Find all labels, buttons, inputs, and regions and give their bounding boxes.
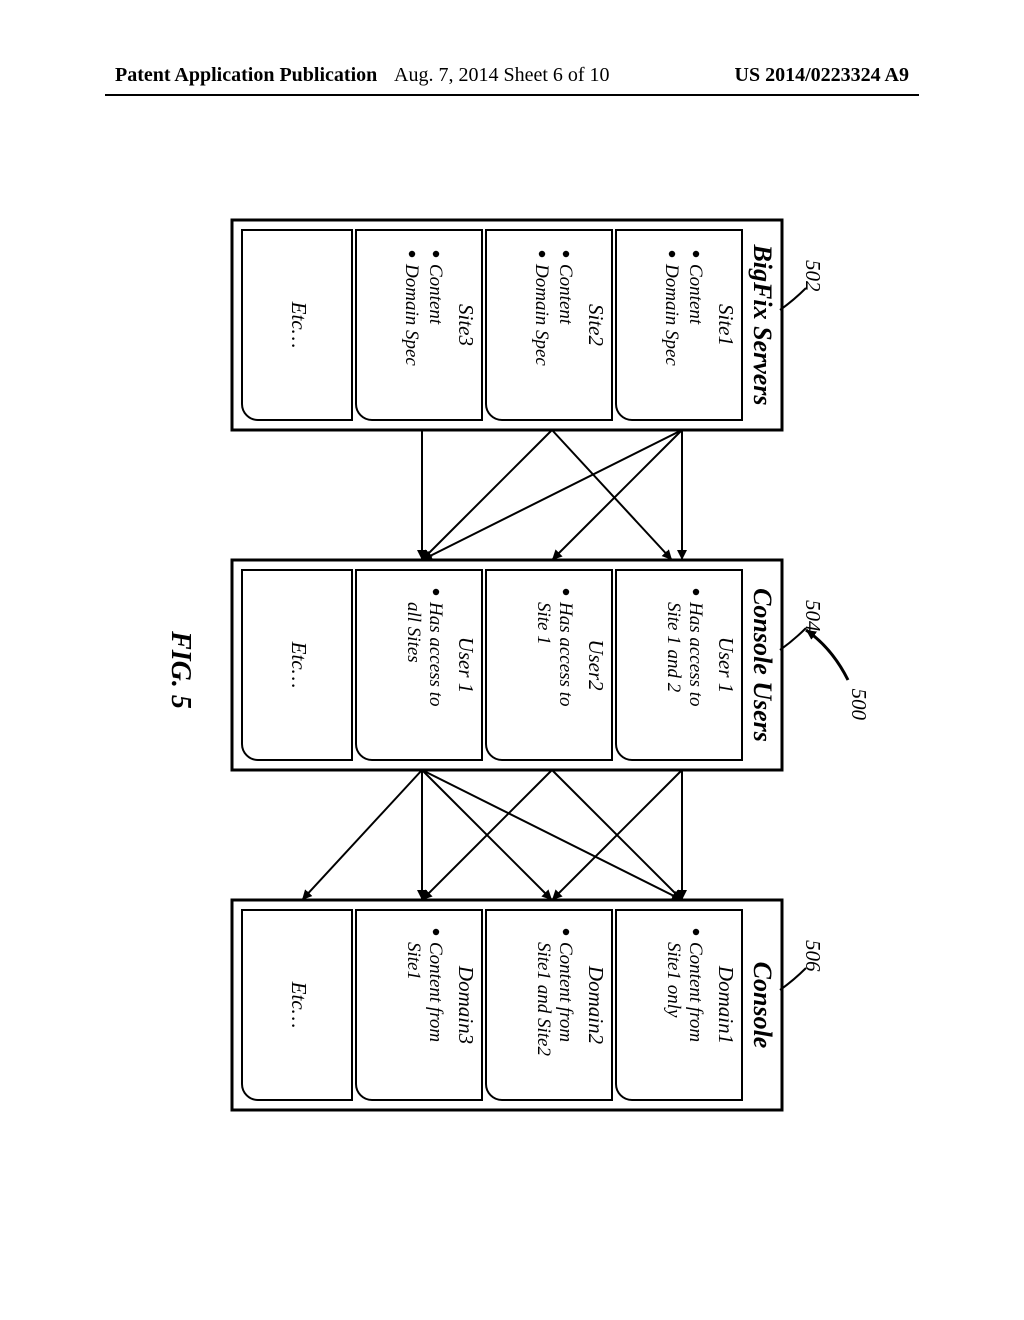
col-0-card-0-line-0: Content bbox=[685, 264, 706, 325]
col-2-card-2-title: Domain3 bbox=[454, 965, 478, 1044]
col-1-card-3-title: Etc… bbox=[287, 641, 311, 689]
col-2-card-1-line-1: Site1 and Site2 bbox=[533, 942, 554, 1056]
col-1-card-0-line-1: Site 1 and 2 bbox=[663, 602, 684, 693]
col-1-card-1: User2 Has access to Site 1 bbox=[486, 570, 612, 760]
header-rule bbox=[105, 94, 919, 96]
col-0-ref: 502 bbox=[801, 260, 825, 292]
col-1-card-2-title: User 1 bbox=[454, 637, 478, 694]
figure-rotated: 500 502 BigFix Servers Site1 Content bbox=[152, 180, 872, 1160]
col-2-card-1: Domain2 Content from Site1 and Site2 bbox=[486, 910, 612, 1100]
edges-servers-to-users bbox=[422, 430, 682, 560]
figure-id-callout: 500 bbox=[806, 630, 871, 721]
col-0-card-2-line-1: Domain Spec bbox=[401, 263, 422, 366]
col-1-title: Console Users bbox=[748, 588, 777, 742]
col-0-card-3: Etc… bbox=[242, 230, 352, 420]
col-0-card-1-title: Site2 bbox=[584, 304, 608, 346]
figure-svg: 500 502 BigFix Servers Site1 Content bbox=[152, 180, 872, 1160]
col-1: 504 Console Users User 1 Has access to S… bbox=[232, 560, 825, 770]
col-2-card-1-title: Domain2 bbox=[584, 965, 608, 1045]
col-0-title: BigFix Servers bbox=[748, 243, 777, 405]
col-2-card-3-title: Etc… bbox=[287, 981, 311, 1029]
col-0-card-1: Site2 Content Domain Spec bbox=[486, 230, 612, 420]
header-left: Patent Application Publication bbox=[115, 64, 377, 87]
col-1-card-2-line-0: Has access to bbox=[425, 601, 446, 706]
col-0-card-1-line-1: Domain Spec bbox=[531, 263, 552, 366]
col-1-card-0-line-0: Has access to bbox=[685, 601, 706, 706]
col-0: 502 BigFix Servers Site1 Content Domain … bbox=[232, 220, 825, 430]
figure-wrap: 500 502 BigFix Servers Site1 Content bbox=[0, 150, 1024, 1190]
edges-users-to-console bbox=[302, 770, 682, 900]
col-0-card-0: Site1 Content Domain Spec bbox=[616, 230, 742, 420]
col-1-card-3: Etc… bbox=[242, 570, 352, 760]
col-0-card-3-title: Etc… bbox=[287, 301, 311, 349]
col-2-card-2: Domain3 Content from Site1 bbox=[356, 910, 482, 1100]
col-0-card-0-title: Site1 bbox=[714, 304, 738, 346]
col-2-card-0-title: Domain1 bbox=[714, 965, 738, 1044]
col-2-card-2-line-0: Content from bbox=[425, 942, 446, 1042]
col-1-card-1-line-0: Has access to bbox=[555, 601, 576, 706]
col-2-title: Console bbox=[748, 962, 777, 1049]
page: Patent Application Publication Aug. 7, 2… bbox=[0, 0, 1024, 1320]
figure-caption: FIG. 5 bbox=[165, 630, 196, 709]
col-2-card-0-line-0: Content from bbox=[685, 942, 706, 1042]
col-0-card-1-line-0: Content bbox=[555, 264, 576, 325]
col-1-ref: 504 bbox=[801, 600, 825, 632]
col-1-card-1-title: User2 bbox=[584, 639, 608, 691]
col-1-card-2-line-1: all Sites bbox=[403, 602, 424, 663]
col-0-card-2-line-0: Content bbox=[425, 264, 446, 325]
page-header: Patent Application Publication Aug. 7, 2… bbox=[0, 64, 1024, 94]
col-1-card-0: User 1 Has access to Site 1 and 2 bbox=[616, 570, 742, 760]
figure-id-label: 500 bbox=[847, 689, 871, 721]
col-2-card-0-line-1: Site1 only bbox=[663, 942, 684, 1018]
col-1-card-0-title: User 1 bbox=[714, 637, 738, 694]
col-2-card-2-line-1: Site1 bbox=[403, 942, 424, 980]
col-2-card-3: Etc… bbox=[242, 910, 352, 1100]
col-1-card-2: User 1 Has access to all Sites bbox=[356, 570, 482, 760]
col-2-card-0: Domain1 Content from Site1 only bbox=[616, 910, 742, 1100]
col-1-card-1-line-1: Site 1 bbox=[533, 602, 554, 645]
col-2: 506 Console Domain1 Content from Site1 o… bbox=[232, 900, 825, 1110]
header-right: US 2014/0223324 A9 bbox=[735, 64, 909, 87]
col-0-card-0-line-1: Domain Spec bbox=[661, 263, 682, 366]
col-2-ref: 506 bbox=[801, 940, 825, 972]
header-center: Aug. 7, 2014 Sheet 6 of 10 bbox=[394, 64, 610, 87]
col-0-card-2: Site3 Content Domain Spec bbox=[356, 230, 482, 420]
col-0-card-2-title: Site3 bbox=[454, 304, 478, 346]
col-2-card-1-line-0: Content from bbox=[555, 942, 576, 1042]
